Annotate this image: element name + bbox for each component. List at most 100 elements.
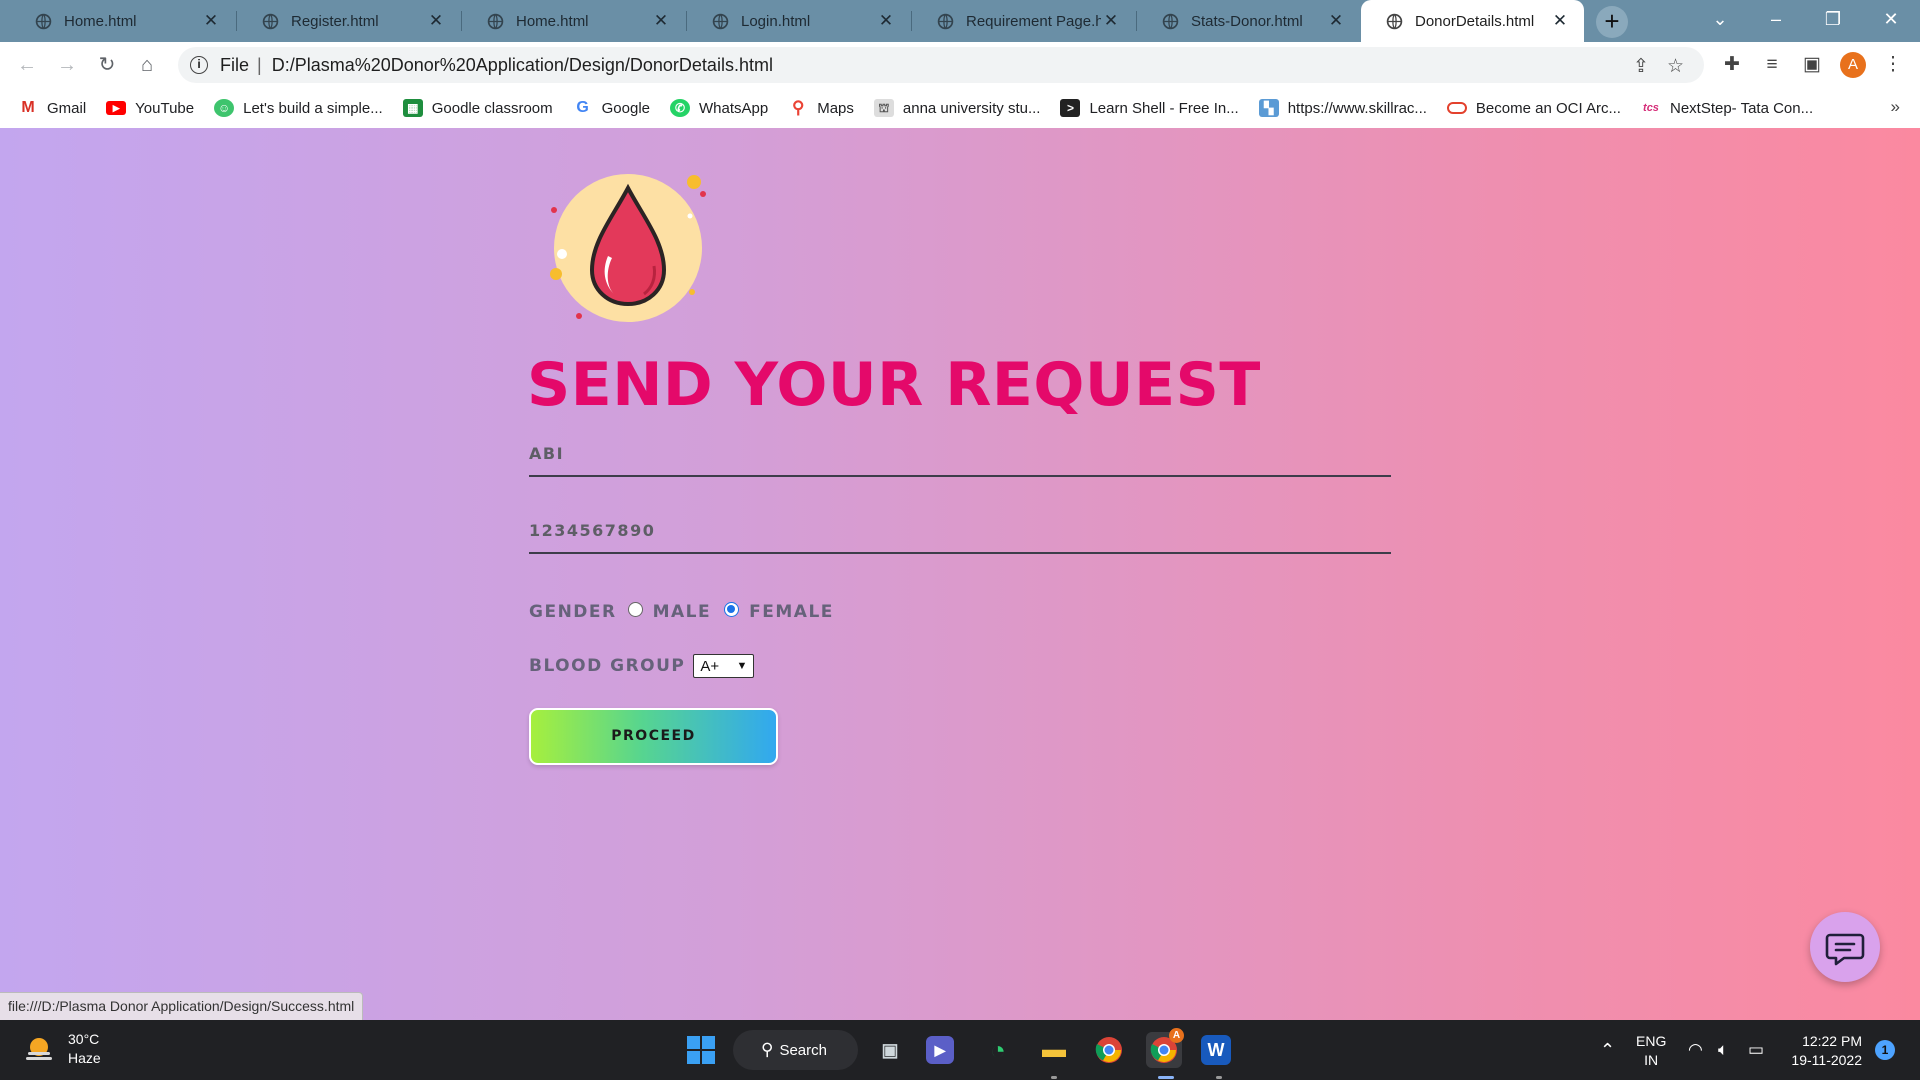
new-tab-button[interactable]: +: [1596, 6, 1628, 38]
bookmark-classroom[interactable]: ▦ Goodle classroom: [402, 99, 553, 117]
battery-icon[interactable]: ▭: [1748, 1020, 1764, 1080]
tab-stats-donor[interactable]: Stats-Donor.html ✕: [1137, 0, 1360, 42]
tab-title: Register.html: [291, 12, 379, 30]
search-icon: ⚲: [761, 1040, 774, 1059]
bookmark-label: Let's build a simple...: [243, 99, 383, 117]
university-icon: ⛫: [873, 99, 894, 117]
word-icon[interactable]: W: [1201, 1035, 1231, 1065]
google-icon: G: [572, 99, 593, 117]
language-indicator[interactable]: ENG IN: [1636, 1032, 1666, 1070]
show-hidden-icons[interactable]: ⌃: [1600, 1020, 1615, 1080]
volume-icon[interactable]: 🔈︎: [1718, 1020, 1728, 1080]
teams-chat-icon[interactable]: ▶: [926, 1036, 954, 1064]
url-divider: |: [257, 54, 262, 75]
windows-start-icon[interactable]: [683, 1032, 719, 1068]
wifi-icon[interactable]: ◠: [1688, 1020, 1703, 1080]
tab-home[interactable]: Home.html ✕: [10, 0, 235, 42]
name-field[interactable]: [529, 427, 1391, 477]
close-icon[interactable]: ✕: [651, 11, 671, 31]
gender-label: GENDER: [529, 602, 617, 622]
weather-desc: Haze: [68, 1050, 101, 1066]
bookmark-lets-build[interactable]: ☺ Let's build a simple...: [214, 99, 383, 117]
bookmark-oci[interactable]: Become an OCI Arc...: [1446, 100, 1621, 117]
bookmark-google[interactable]: G Google: [572, 99, 650, 117]
tab-search-chevron-icon[interactable]: ⌄: [1695, 0, 1745, 42]
tab-title: Stats-Donor.html: [1191, 12, 1303, 30]
proceed-button[interactable]: PROCEED: [529, 708, 778, 765]
bookmark-gmail[interactable]: M Gmail: [18, 99, 86, 117]
side-panel-icon[interactable]: ▣: [1797, 50, 1827, 80]
reading-list-icon[interactable]: ≡: [1757, 50, 1787, 80]
chrome-profile-icon[interactable]: A: [1146, 1028, 1184, 1068]
menu-kebab-icon[interactable]: ⋮: [1878, 50, 1908, 80]
weather-widget[interactable]: 30°C Haze: [22, 1030, 101, 1068]
male-radio[interactable]: [627, 601, 643, 617]
back-arrow-icon[interactable]: ←: [12, 50, 42, 80]
chat-button[interactable]: [1810, 912, 1880, 982]
close-icon[interactable]: ✕: [1326, 11, 1346, 31]
bookmark-maps[interactable]: ⚲ Maps: [788, 99, 854, 117]
globe-icon: [1386, 13, 1403, 29]
close-icon[interactable]: ✕: [201, 11, 221, 31]
share-icon[interactable]: ⇪: [1633, 55, 1649, 78]
profile-avatar[interactable]: A: [1840, 52, 1866, 78]
taskbar-search[interactable]: ⚲ Search: [733, 1030, 858, 1070]
bookmark-skillrack[interactable]: ▚ https://www.skillrac...: [1258, 99, 1427, 117]
close-icon[interactable]: ✕: [426, 11, 446, 31]
chat-icon: [1825, 933, 1865, 966]
url-text[interactable]: D:/Plasma%20Donor%20Application/Design/D…: [272, 55, 773, 76]
home-icon[interactable]: ⌂: [132, 50, 162, 80]
terminal-icon: >: [1060, 99, 1081, 117]
female-radio[interactable]: [724, 601, 740, 617]
close-window-icon[interactable]: ✕: [1866, 0, 1916, 42]
clock-time: 12:22 PM: [1802, 1033, 1862, 1049]
bookmark-nextstep[interactable]: tcs NextStep- Tata Con...: [1640, 99, 1814, 117]
task-view-icon[interactable]: ▣: [872, 1032, 908, 1068]
blood-group-value: A+: [700, 657, 720, 675]
minimize-icon[interactable]: –: [1751, 0, 1801, 42]
close-icon[interactable]: ✕: [1101, 11, 1121, 31]
site-info-icon[interactable]: i: [190, 56, 208, 74]
chrome-icon[interactable]: [1091, 1032, 1127, 1068]
restore-icon[interactable]: ❐: [1808, 0, 1858, 42]
classroom-icon: ▦: [402, 99, 423, 117]
tab-login[interactable]: Login.html ✕: [687, 0, 910, 42]
bookmark-whatsapp[interactable]: ✆ WhatsApp: [670, 99, 768, 117]
bookmark-label: NextStep- Tata Con...: [1669, 99, 1814, 117]
bookmark-anna-university[interactable]: ⛫ anna university stu...: [873, 99, 1041, 117]
page-viewport: SEND YOUR REQUEST GENDER MALE FEMALE BLO…: [0, 128, 1920, 1020]
extensions-puzzle-icon[interactable]: ✚: [1717, 50, 1747, 80]
blood-group-select[interactable]: A+ ▼: [693, 654, 755, 678]
tcs-icon: tcs: [1640, 99, 1661, 117]
tab-home-2[interactable]: Home.html ✕: [462, 0, 685, 42]
edge-icon[interactable]: ◔: [980, 1032, 1016, 1068]
bookmark-learn-shell[interactable]: > Learn Shell - Free In...: [1060, 99, 1239, 117]
blood-group-label: BLOOD GROUP: [529, 656, 686, 676]
globe-icon: [1162, 13, 1179, 29]
status-bar-url: file:///D:/Plasma Donor Application/Desi…: [0, 992, 364, 1020]
bookmark-label: YouTube: [135, 99, 195, 117]
running-app-indicator: [1216, 1076, 1222, 1079]
bookmark-label: anna university stu...: [902, 99, 1041, 117]
name-input[interactable]: [529, 427, 1391, 475]
running-app-indicator: [1051, 1076, 1057, 1079]
bookmark-youtube[interactable]: ▶ YouTube: [106, 100, 194, 117]
tab-title: Home.html: [64, 12, 137, 30]
address-bar[interactable]: i File | D:/Plasma%20Donor%20Application…: [178, 47, 1704, 83]
file-explorer-icon[interactable]: ▬: [1036, 1032, 1072, 1068]
bookmarks-bar: M Gmail ▶ YouTube ☺ Let's build a simple…: [0, 88, 1920, 128]
close-icon[interactable]: ✕: [1550, 11, 1570, 31]
phone-input[interactable]: [529, 504, 1391, 552]
reload-icon[interactable]: ↻: [92, 50, 122, 80]
tab-donor-details[interactable]: DonorDetails.html ✕: [1361, 0, 1584, 42]
tab-requirement-page[interactable]: Requirement Page.htm ✕: [912, 0, 1135, 42]
phone-field[interactable]: [529, 504, 1391, 554]
notification-badge[interactable]: 1: [1875, 1040, 1895, 1060]
forward-arrow-icon[interactable]: →: [52, 50, 82, 80]
close-icon[interactable]: ✕: [876, 11, 896, 31]
bookmark-star-icon[interactable]: ☆: [1667, 55, 1684, 78]
more-bookmarks-icon[interactable]: »: [1891, 97, 1900, 117]
windows-taskbar: 30°C Haze ⚲ Search ▣ ▶ ◔ ▬ A W ⌃ ENG IN …: [0, 1020, 1920, 1080]
system-clock[interactable]: 12:22 PM 19-11-2022: [1786, 1032, 1862, 1070]
tab-register[interactable]: Register.html ✕: [237, 0, 460, 42]
